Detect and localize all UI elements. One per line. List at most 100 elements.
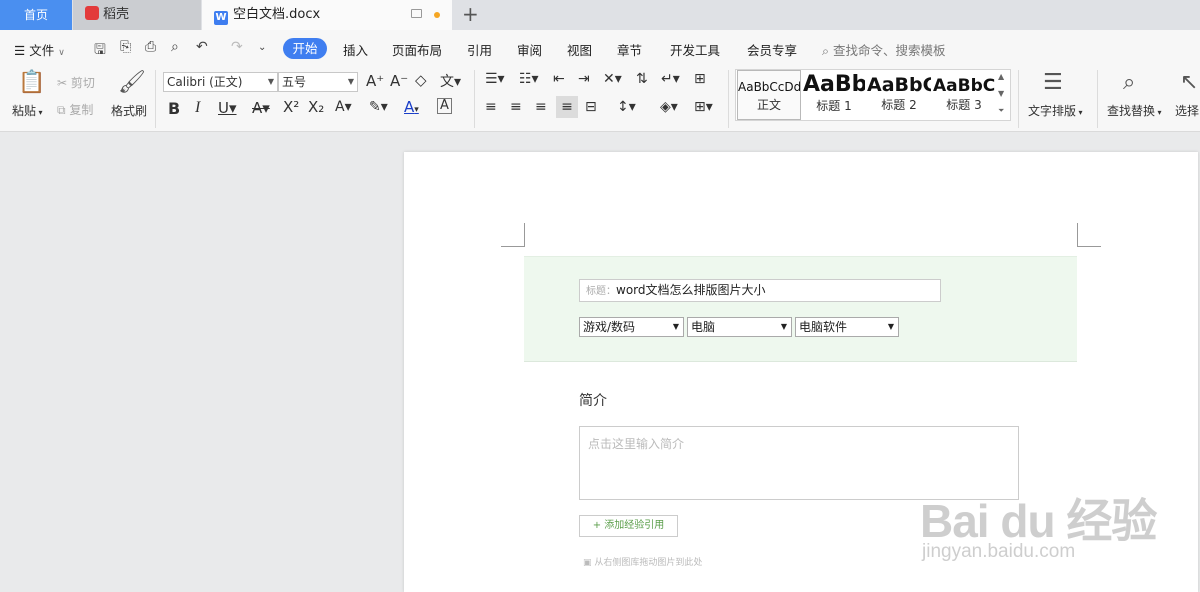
- divider: [474, 70, 475, 128]
- cut-label: 剪切: [70, 76, 95, 90]
- save-icon[interactable]: 🖫: [94, 39, 106, 63]
- paste-button[interactable]: 粘贴 ▾: [12, 102, 43, 119]
- paragraph-mark-icon[interactable]: ↵▾: [661, 71, 680, 87]
- grow-font-icon[interactable]: A⁺: [366, 72, 384, 90]
- print-icon[interactable]: ⎙: [145, 39, 156, 55]
- new-tab-plus-icon[interactable]: +: [462, 0, 479, 30]
- align-center-icon[interactable]: ≡: [510, 99, 522, 115]
- more-styles-icon[interactable]: ⏷: [998, 106, 1004, 116]
- tab-bar: 首页 稻壳 W 空白文档.docx +: [0, 0, 1200, 30]
- chevron-down-icon: ▼: [887, 322, 894, 331]
- find-replace-button[interactable]: 查找替换 ▾: [1107, 102, 1162, 119]
- menu-chapter[interactable]: 章节: [617, 40, 642, 59]
- menu-page-layout[interactable]: 页面布局: [392, 40, 442, 59]
- justify-icon[interactable]: ≡: [556, 96, 578, 118]
- find-replace-label: 查找替换: [1107, 104, 1156, 118]
- file-menu-label: 文件: [29, 43, 55, 58]
- chevron-down-icon: ▼: [672, 322, 679, 331]
- command-search[interactable]: ⌕ 查找命令、搜索模板: [822, 40, 946, 59]
- align-left-icon[interactable]: ≡: [485, 99, 497, 115]
- chinese-layout-icon[interactable]: ✕▾: [603, 71, 622, 87]
- shrink-font-icon[interactable]: A⁻: [390, 72, 408, 90]
- style-heading-3[interactable]: AaBbC 标题 3: [933, 70, 995, 120]
- category-select-2[interactable]: 电脑 ▼: [687, 317, 792, 337]
- redo-icon[interactable]: ↷: [231, 39, 243, 55]
- strikethrough-icon[interactable]: A▾: [252, 99, 270, 117]
- style-heading-1[interactable]: AaBb 标题 1: [803, 70, 865, 120]
- file-menu[interactable]: ☰ 文件 ∨: [14, 40, 65, 59]
- subscript-icon[interactable]: X₂: [308, 98, 324, 116]
- text-layout-icon[interactable]: ☰: [1043, 70, 1063, 95]
- align-right-icon[interactable]: ≡: [535, 99, 547, 115]
- title-input[interactable]: 标题：word文档怎么排版图片大小: [579, 279, 941, 302]
- increase-indent-icon[interactable]: ⇥: [578, 71, 590, 87]
- undo-icon[interactable]: ↶: [196, 39, 208, 55]
- sort-icon[interactable]: ⇅: [636, 71, 648, 87]
- clear-format-icon[interactable]: ◇: [415, 71, 427, 89]
- select-button[interactable]: 选择: [1175, 102, 1199, 119]
- baidu-watermark: Bai du 经验 jingyan.baidu.com: [920, 485, 1157, 562]
- divider: [728, 70, 729, 128]
- scroll-down-icon[interactable]: ▼: [998, 89, 1004, 98]
- menu-start[interactable]: 开始: [283, 38, 327, 59]
- style-name: 标题 2: [881, 98, 917, 112]
- shading-icon[interactable]: ◈▾: [660, 99, 678, 115]
- print-preview-icon[interactable]: ⌕: [171, 39, 179, 55]
- menu-insert[interactable]: 插入: [343, 40, 368, 59]
- borders-icon[interactable]: ⊞▾: [694, 99, 713, 115]
- tab-home[interactable]: 首页: [0, 0, 72, 30]
- chevron-down-icon: ▼: [267, 77, 274, 86]
- tab-document[interactable]: W 空白文档.docx: [202, 0, 452, 30]
- copy-label: 复制: [69, 103, 94, 117]
- quick-access-dropdown-icon[interactable]: ⌄: [258, 42, 266, 53]
- pinyin-icon[interactable]: 文▾: [440, 71, 461, 91]
- category-select-1[interactable]: 游戏/数码 ▼: [579, 317, 684, 337]
- tab-document-label: 空白文档.docx: [233, 7, 321, 22]
- underline-icon[interactable]: U▾: [218, 99, 237, 117]
- menu-references[interactable]: 引用: [467, 40, 492, 59]
- tab-daoke[interactable]: 稻壳: [73, 0, 201, 30]
- decrease-indent-icon[interactable]: ⇤: [553, 71, 565, 87]
- text-effect-icon[interactable]: A▾: [335, 99, 352, 115]
- copy-button[interactable]: ⧉ 复制: [57, 101, 93, 118]
- image-icon: ▣: [583, 558, 592, 568]
- font-size-combo[interactable]: 五号 ▼: [278, 72, 358, 92]
- menu-developer[interactable]: 开发工具: [670, 40, 720, 59]
- format-painter-icon[interactable]: 🖌: [118, 70, 146, 95]
- char-border-icon[interactable]: A: [437, 98, 452, 114]
- italic-icon[interactable]: I: [195, 99, 200, 117]
- export-pdf-icon[interactable]: ⎘: [120, 39, 131, 55]
- bold-icon[interactable]: B: [168, 99, 180, 118]
- add-reference-button[interactable]: + 添加经验引用: [579, 515, 678, 537]
- style-heading-2[interactable]: AaBbC 标题 2: [867, 70, 931, 120]
- bullet-list-icon[interactable]: ☰▾: [485, 71, 505, 87]
- cut-button[interactable]: ✂ 剪切: [57, 74, 95, 91]
- scroll-up-icon[interactable]: ▲: [998, 72, 1004, 81]
- divider: [1018, 70, 1019, 128]
- format-painter-button[interactable]: 格式刷: [111, 102, 147, 119]
- menu-bar: ☰ 文件 ∨ 🖫 ⎘ ⎙ ⌕ ↶ ↷ ⌄ 开始 插入 页面布局 引用 审阅 视图…: [0, 30, 1200, 66]
- numbered-list-icon[interactable]: ☷▾: [519, 71, 539, 87]
- highlight-icon[interactable]: ✎▾: [369, 99, 388, 115]
- category-select-3[interactable]: 电脑软件 ▼: [795, 317, 899, 337]
- text-layout-label: 文字排版: [1028, 104, 1077, 118]
- menu-view[interactable]: 视图: [567, 40, 592, 59]
- style-preview: AaBbCcDd: [738, 80, 800, 94]
- menu-member[interactable]: 会员专享: [747, 40, 797, 59]
- text-layout-button[interactable]: 文字排版 ▾: [1028, 102, 1083, 119]
- find-icon[interactable]: ⌕: [1123, 70, 1135, 95]
- style-preview: AaBbC: [867, 74, 931, 96]
- distribute-icon[interactable]: ⊟: [585, 99, 597, 115]
- font-name-combo[interactable]: Calibri (正文) ▼: [163, 72, 278, 92]
- paste-icon[interactable]: 📋: [18, 70, 45, 95]
- font-color-icon[interactable]: A▾: [404, 98, 419, 116]
- line-spacing-icon[interactable]: ↕▾: [617, 99, 636, 115]
- table-tab-icon[interactable]: ⊞: [694, 71, 706, 87]
- margin-corner-mark: [1077, 223, 1101, 247]
- window-icon[interactable]: [411, 9, 422, 18]
- superscript-icon[interactable]: X²: [283, 98, 299, 116]
- tab-daoke-label: 稻壳: [103, 7, 130, 22]
- style-normal[interactable]: AaBbCcDd 正文: [737, 70, 801, 120]
- menu-review[interactable]: 审阅: [517, 40, 542, 59]
- select-cursor-icon[interactable]: ↖: [1180, 70, 1198, 95]
